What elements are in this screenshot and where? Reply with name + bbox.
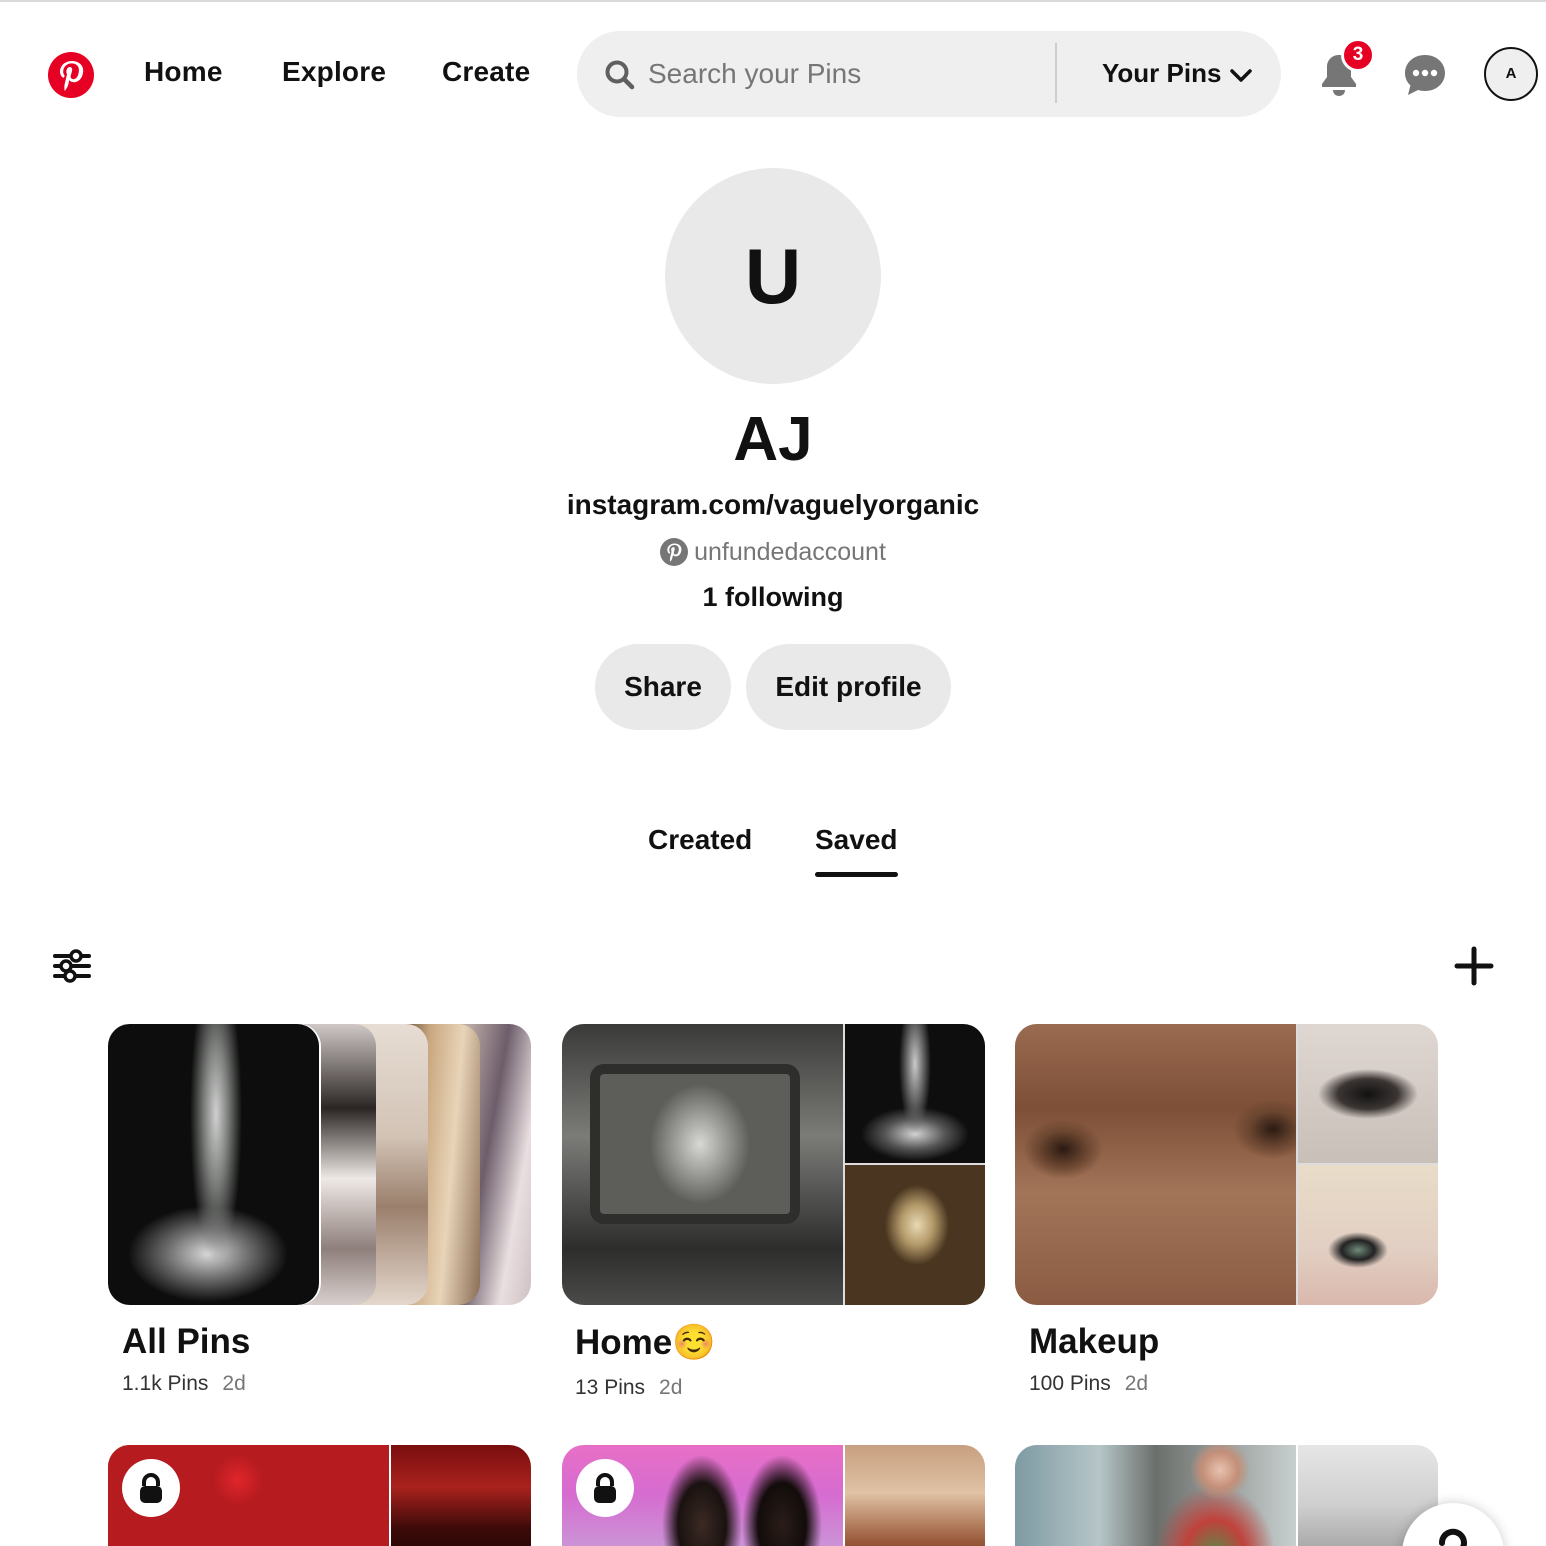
private-badge [122, 1459, 180, 1517]
board-meta: 1.1k Pins 2d [122, 1372, 246, 1396]
board-age: 2d [222, 1372, 246, 1395]
search-divider [1055, 43, 1057, 103]
nav-home[interactable]: Home [144, 56, 223, 88]
board-cover[interactable] [1015, 1445, 1438, 1546]
pin-image [391, 1445, 531, 1546]
help-button[interactable] [1402, 1503, 1504, 1546]
search-input[interactable] [648, 48, 1038, 100]
search-scope-dropdown[interactable]: Your Pins [1102, 58, 1221, 89]
profile-username: unfundedaccount [694, 538, 886, 566]
lock-icon [594, 1473, 616, 1503]
board-cover-home[interactable] [562, 1024, 985, 1305]
board-cover[interactable] [108, 1445, 531, 1546]
account-avatar[interactable]: A [1484, 47, 1538, 101]
notification-count-badge: 3 [1341, 38, 1375, 72]
private-badge [576, 1459, 634, 1517]
search-icon [605, 60, 635, 90]
plus-icon[interactable] [1453, 945, 1495, 987]
board-title[interactable]: Home☺️ [575, 1322, 716, 1363]
board-meta: 100 Pins 2d [1029, 1372, 1148, 1396]
pin-image [845, 1024, 985, 1163]
tv-screen [590, 1064, 800, 1224]
pin-image [1015, 1445, 1296, 1546]
lock-icon [140, 1473, 162, 1503]
board-cover-all-pins[interactable] [108, 1024, 531, 1305]
profile-website-link[interactable]: instagram.com/vaguelyorganic [0, 489, 1546, 521]
board-age: 2d [1124, 1372, 1149, 1395]
profile-name: AJ [733, 405, 813, 474]
edit-profile-button[interactable]: Edit profile [746, 644, 951, 730]
pin-image [1298, 1165, 1438, 1305]
pin-image [845, 1445, 985, 1546]
following-count[interactable]: 1 following [0, 582, 1546, 613]
chat-icon[interactable] [1402, 52, 1448, 98]
board-pin-count: 13 Pins [575, 1376, 646, 1399]
share-button[interactable]: Share [595, 644, 731, 730]
board-cover-makeup[interactable] [1015, 1024, 1438, 1305]
pin-image [1298, 1024, 1438, 1163]
pin-image [562, 1024, 843, 1305]
board-title[interactable]: Makeup [1029, 1322, 1159, 1362]
filter-icon[interactable] [52, 946, 92, 986]
board-meta: 13 Pins 2d [575, 1376, 682, 1400]
nav-create[interactable]: Create [442, 56, 530, 88]
profile-avatar: U [665, 168, 881, 384]
board-pin-count: 100 Pins [1029, 1372, 1111, 1395]
tab-created[interactable]: Created [648, 824, 752, 856]
board-age: 2d [659, 1376, 683, 1399]
question-icon [1438, 1528, 1467, 1546]
pin-image [845, 1165, 985, 1305]
board-title[interactable]: All Pins [122, 1322, 250, 1362]
board-cover[interactable] [562, 1445, 985, 1546]
active-tab-indicator [815, 872, 898, 877]
board-pin-count: 1.1k Pins [122, 1372, 209, 1395]
chevron-down-icon[interactable] [1228, 66, 1254, 86]
pinterest-logo-icon[interactable] [48, 52, 94, 98]
pin-image [1015, 1024, 1296, 1305]
pinterest-small-icon [660, 538, 689, 566]
profile-username-row: unfundedaccount [0, 538, 1546, 567]
window-top-border [0, 0, 1546, 2]
nav-explore[interactable]: Explore [282, 56, 386, 88]
stacked-pin-image [108, 1024, 319, 1305]
tab-saved[interactable]: Saved [815, 824, 898, 856]
